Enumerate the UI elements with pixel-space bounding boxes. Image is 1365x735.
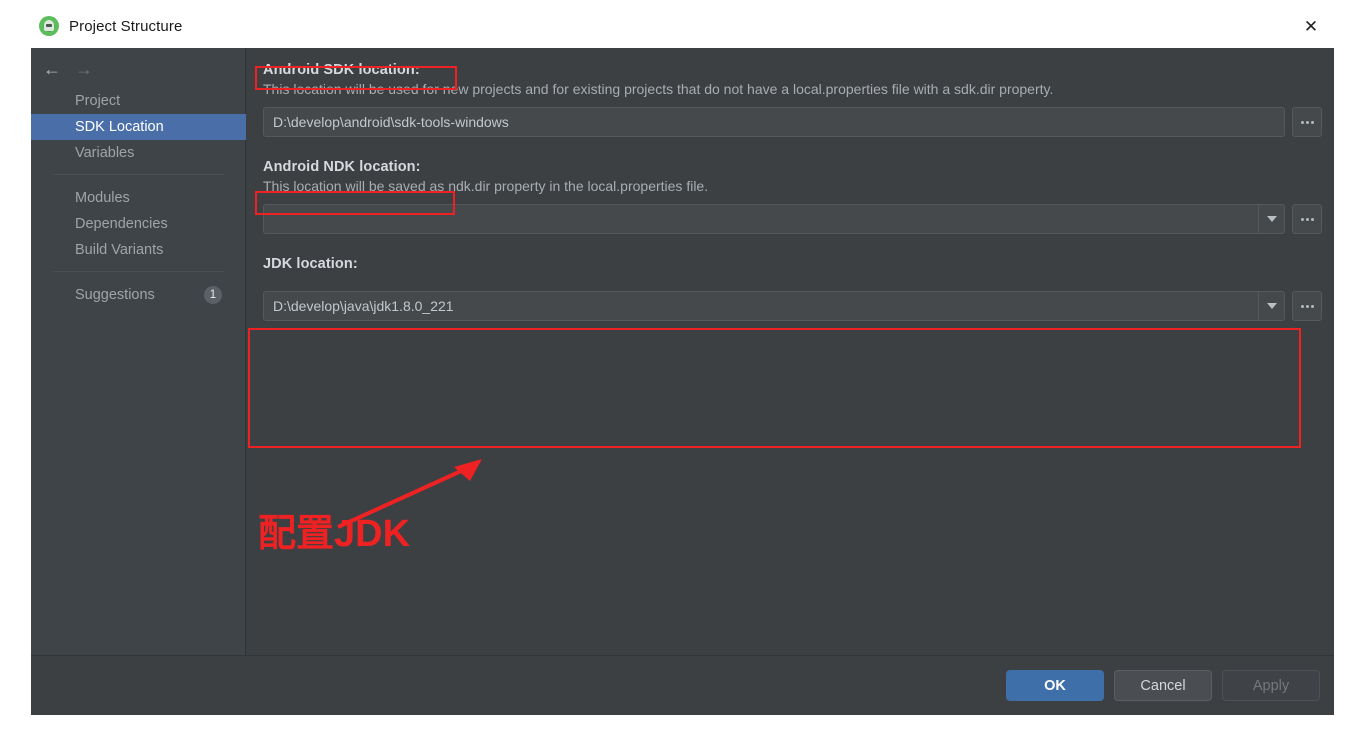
apply-button[interactable]: Apply (1222, 670, 1320, 701)
sdk-location-panel: Android SDK location: This location will… (247, 48, 1334, 655)
jdk-location-title: JDK location: (263, 256, 358, 272)
ellipsis-dot-icon (1305, 217, 1309, 221)
android-ndk-location-title: Android NDK location: (263, 159, 421, 175)
jdk-browse-button[interactable] (1292, 291, 1322, 321)
annotation-callout-text: 配置JDK (258, 513, 411, 555)
android-studio-icon (39, 16, 59, 36)
android-sdk-location-title: Android SDK location: (263, 62, 420, 78)
sidebar-item-suggestions[interactable]: Suggestions 1 (31, 282, 246, 308)
ellipsis-dot-icon (1305, 304, 1309, 308)
sidebar-item-label: Build Variants (75, 242, 164, 258)
ok-button[interactable]: OK (1006, 670, 1104, 701)
sidebar-item-label: SDK Location (75, 119, 164, 135)
sidebar-divider (53, 174, 224, 175)
ellipsis-dot-icon (1300, 304, 1304, 308)
sidebar-item-build-variants[interactable]: Build Variants (31, 237, 246, 263)
jdk-location-value: D:\develop\java\jdk1.8.0_221 (273, 298, 454, 314)
sidebar-item-label: Project (75, 93, 121, 109)
android-sdk-browse-button[interactable] (1292, 107, 1322, 137)
android-sdk-location-row: D:\develop\android\sdk-tools-windows (263, 107, 1322, 137)
sidebar-item-label: Dependencies (75, 216, 168, 232)
sidebar-item-label: Variables (75, 145, 135, 161)
ellipsis-dot-icon (1300, 120, 1304, 124)
ellipsis-dot-icon (1305, 120, 1309, 124)
window-titlebar: Project Structure ✕ (31, 8, 1334, 44)
sidebar-list: Project SDK Location Variables Modules D… (31, 88, 246, 308)
sidebar-divider (53, 271, 224, 272)
android-sdk-location-description: This location will be used for new proje… (263, 81, 1054, 97)
suggestions-count-badge: 1 (204, 286, 222, 304)
sidebar-item-label: Suggestions (75, 287, 155, 303)
ellipsis-dot-icon (1300, 217, 1304, 221)
chevron-down-icon[interactable] (1258, 292, 1284, 320)
sidebar-item-dependencies[interactable]: Dependencies (31, 211, 246, 237)
close-icon[interactable]: ✕ (1288, 8, 1334, 44)
screen: Project Structure ✕ ← → Project SDK Loca… (0, 0, 1365, 735)
jdk-location-combobox[interactable]: D:\develop\java\jdk1.8.0_221 (263, 291, 1285, 321)
sidebar-item-project[interactable]: Project (31, 88, 246, 114)
jdk-location-row: D:\develop\java\jdk1.8.0_221 (263, 291, 1322, 321)
project-structure-dialog: ← → Project SDK Location Variables Modul… (31, 48, 1334, 715)
android-ndk-location-row (263, 204, 1322, 234)
chevron-down-icon[interactable] (1258, 205, 1284, 233)
android-ndk-location-combobox[interactable] (263, 204, 1285, 234)
forward-arrow-icon[interactable]: → (75, 60, 93, 78)
back-arrow-icon[interactable]: ← (43, 60, 61, 78)
sidebar: ← → Project SDK Location Variables Modul… (31, 48, 246, 655)
ellipsis-dot-icon (1310, 304, 1314, 308)
sidebar-item-sdk-location[interactable]: SDK Location (31, 114, 246, 140)
sidebar-item-modules[interactable]: Modules (31, 185, 246, 211)
android-ndk-location-description: This location will be saved as ndk.dir p… (263, 178, 709, 194)
navigation-controls: ← → (37, 56, 157, 82)
sidebar-item-label: Modules (75, 190, 130, 206)
cancel-button[interactable]: Cancel (1114, 670, 1212, 701)
dialog-footer: OK Cancel Apply (31, 655, 1334, 715)
sidebar-item-variables[interactable]: Variables (31, 140, 246, 166)
android-ndk-browse-button[interactable] (1292, 204, 1322, 234)
window-title: Project Structure (69, 17, 183, 35)
android-sdk-location-input[interactable]: D:\develop\android\sdk-tools-windows (263, 107, 1285, 137)
ellipsis-dot-icon (1310, 217, 1314, 221)
ellipsis-dot-icon (1310, 120, 1314, 124)
